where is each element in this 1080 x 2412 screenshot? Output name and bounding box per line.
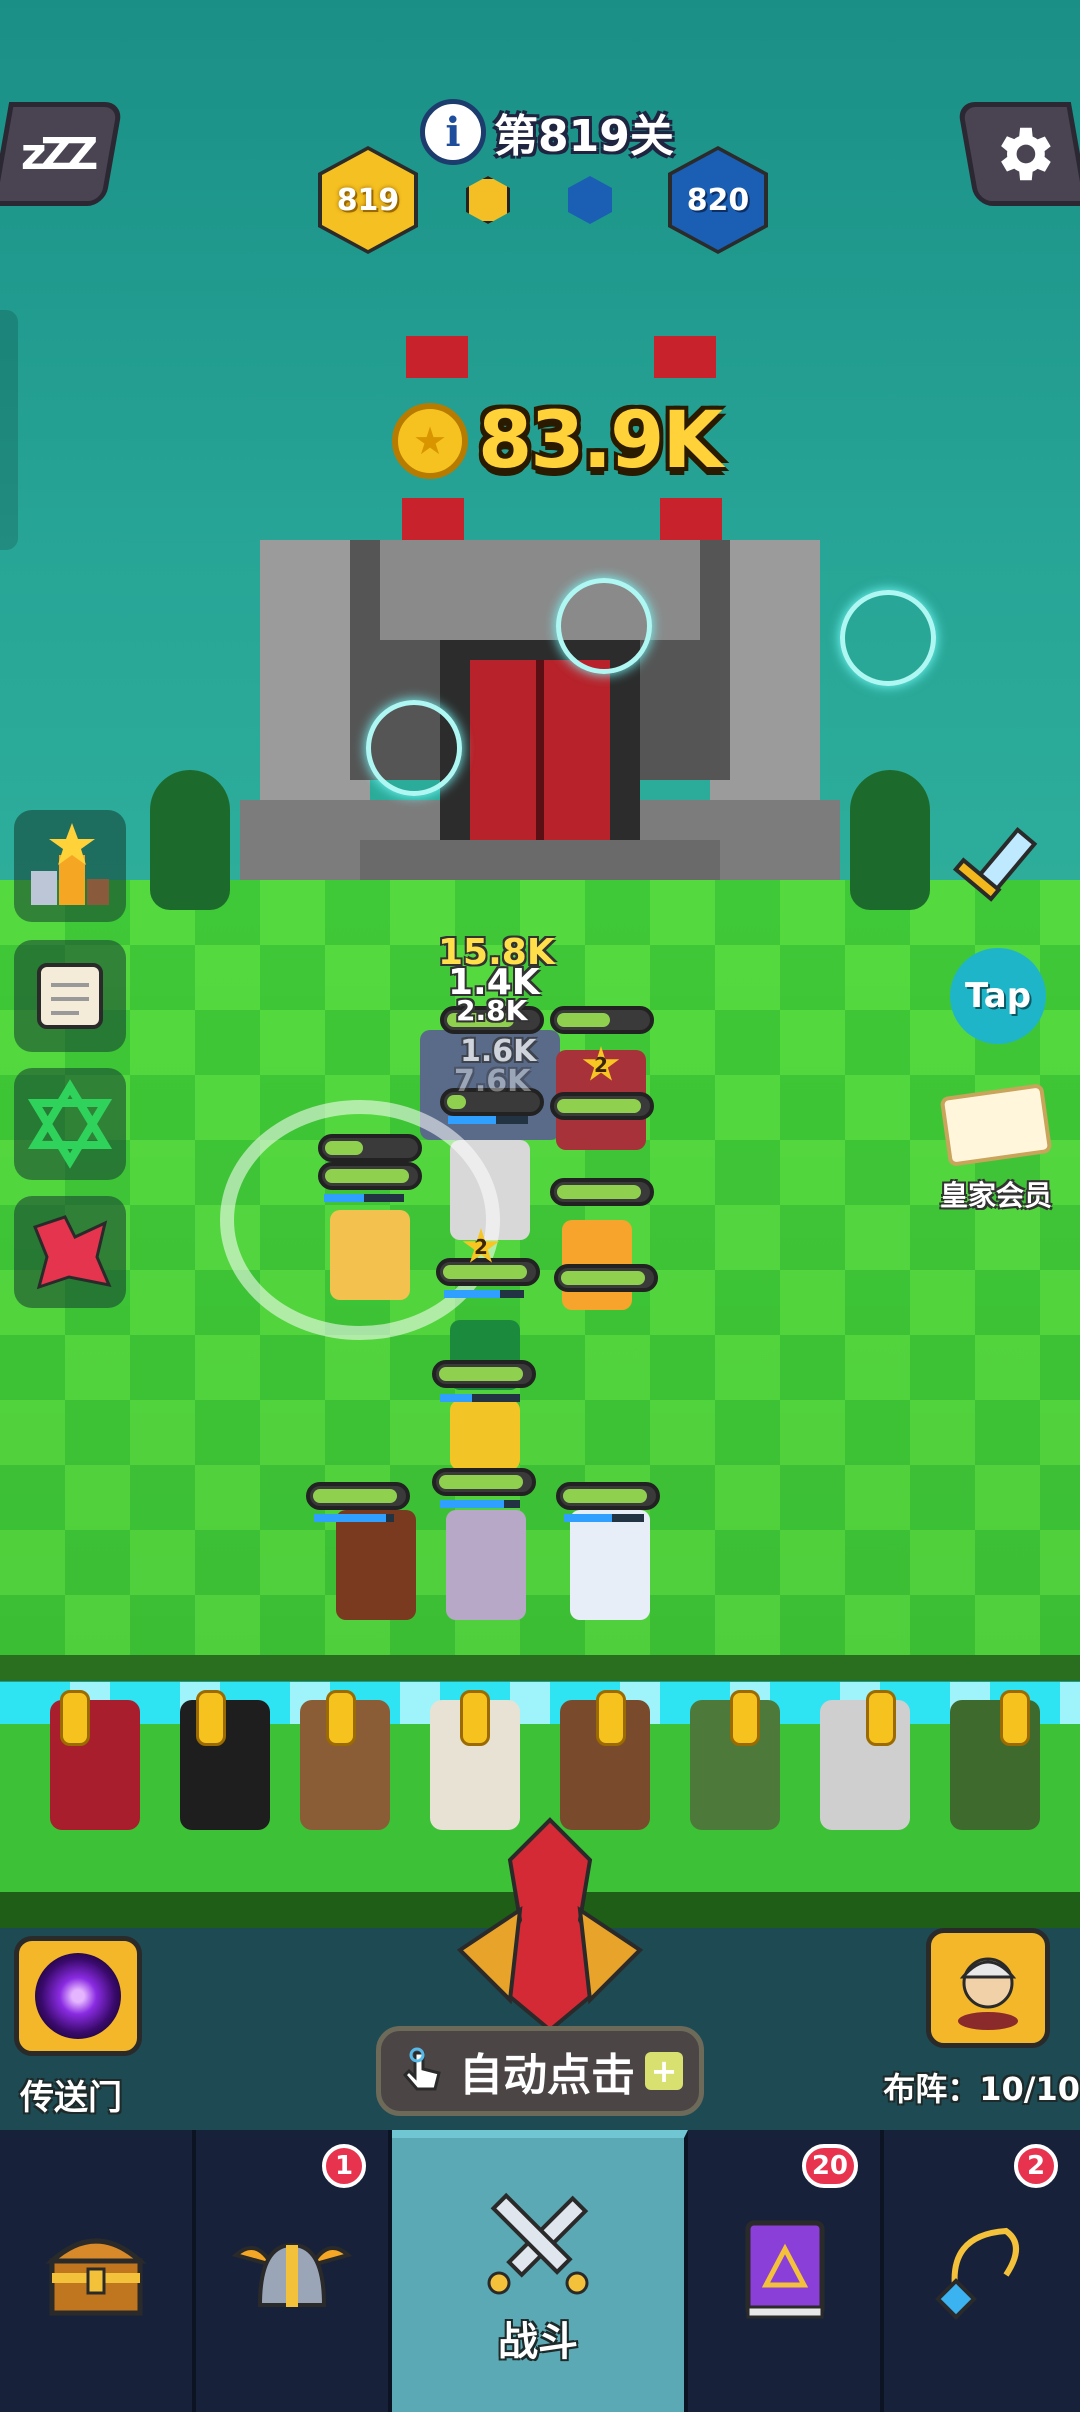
hero-unit bbox=[336, 1510, 416, 1620]
formation-label-text: 布阵： bbox=[883, 2070, 980, 2108]
royal-membership-label: 皇家会员 bbox=[939, 1179, 1052, 1212]
nav-item-treasure[interactable] bbox=[0, 2130, 196, 2412]
scroll-icon bbox=[37, 963, 103, 1029]
quest-scroll-button[interactable] bbox=[14, 940, 126, 1052]
gold-coin-icon: ★ bbox=[392, 403, 468, 479]
hp-bar bbox=[318, 1162, 422, 1190]
hexagram-button[interactable] bbox=[14, 1068, 126, 1180]
hp-bar bbox=[432, 1468, 536, 1496]
nav-item-artifact[interactable]: 2 bbox=[884, 2130, 1080, 2412]
battlefield-edge bbox=[0, 1655, 1080, 1681]
nav-item-battle[interactable]: 战斗 bbox=[392, 2130, 688, 2412]
gold-coin-icon bbox=[596, 1690, 626, 1746]
sword-quest-button[interactable] bbox=[940, 820, 1050, 920]
gold-counter: ★ 83.9K bbox=[392, 396, 723, 486]
red-burst-icon bbox=[33, 1215, 112, 1290]
settings-button[interactable] bbox=[956, 102, 1080, 206]
royal-card-icon bbox=[939, 1083, 1053, 1167]
formation-button[interactable] bbox=[926, 1928, 1050, 2048]
hp-bar bbox=[306, 1482, 410, 1510]
mana-bar bbox=[440, 1394, 520, 1402]
amulet-icon bbox=[935, 2227, 1019, 2320]
gear-icon bbox=[1001, 127, 1051, 181]
level-indicator: i 第819关 bbox=[420, 96, 674, 168]
mana-bar bbox=[444, 1290, 524, 1298]
target-ring bbox=[840, 590, 936, 686]
gold-coin-icon bbox=[60, 1690, 90, 1746]
hp-bar bbox=[550, 1178, 654, 1206]
notification-badge: 20 bbox=[801, 2144, 858, 2188]
royal-membership-button[interactable]: 皇家会员 bbox=[928, 1083, 1064, 1214]
mana-bar bbox=[440, 1500, 520, 1508]
hp-bar bbox=[436, 1258, 540, 1286]
hp-bar bbox=[432, 1360, 536, 1388]
damage-number: 2.8K bbox=[456, 994, 528, 1027]
target-ring bbox=[366, 700, 462, 796]
hp-bar bbox=[550, 1006, 654, 1034]
target-ring bbox=[556, 578, 652, 674]
nav-item-spellbook[interactable]: 20 bbox=[688, 2130, 884, 2412]
winged-helmet-icon bbox=[232, 2242, 352, 2307]
hero-unit bbox=[570, 1510, 650, 1620]
nav-item-heroes[interactable]: 1 bbox=[196, 2130, 392, 2412]
gold-coin-icon bbox=[866, 1690, 896, 1746]
formation-count: 10/10 bbox=[979, 2070, 1080, 2108]
gold-coin-icon bbox=[1000, 1690, 1030, 1746]
nav-label-battle: 战斗 bbox=[498, 2319, 578, 2365]
tree bbox=[150, 770, 230, 910]
battlefield-grid[interactable] bbox=[0, 880, 1080, 1670]
crossed-swords-icon bbox=[487, 2192, 589, 2295]
portal-button[interactable] bbox=[14, 1936, 142, 2056]
bench-hero[interactable] bbox=[820, 1700, 910, 1830]
notification-badge: 1 bbox=[322, 2144, 366, 2188]
portal-label: 传送门 bbox=[20, 2078, 122, 2118]
hero-unit bbox=[450, 1400, 520, 1470]
info-icon[interactable]: i bbox=[420, 99, 486, 165]
mana-bar bbox=[324, 1194, 404, 1202]
hp-bar bbox=[318, 1134, 422, 1162]
gold-coin-icon bbox=[460, 1690, 490, 1746]
tap-button[interactable]: Tap bbox=[950, 948, 1046, 1044]
notification-badge: 2 bbox=[1014, 2144, 1058, 2188]
info-symbol: i bbox=[445, 108, 461, 156]
river-strip bbox=[0, 1682, 1080, 1724]
damage-number: 7.6K bbox=[454, 1064, 531, 1099]
mana-bar bbox=[314, 1514, 394, 1522]
castle-flag bbox=[406, 336, 468, 378]
pointer-hand-icon bbox=[402, 2047, 441, 2091]
castle-flag bbox=[660, 498, 722, 540]
dragon-hero[interactable] bbox=[440, 1800, 660, 2040]
sleep-icon: zZZ bbox=[21, 128, 93, 180]
side-drawer-tab[interactable] bbox=[0, 310, 18, 550]
mana-bar bbox=[448, 1116, 528, 1124]
auto-click-button[interactable]: 自动点击 + bbox=[376, 2026, 704, 2116]
hp-bar bbox=[550, 1092, 654, 1120]
trophy-star-icon bbox=[31, 823, 109, 905]
hp-bar bbox=[556, 1482, 660, 1510]
boost-button[interactable] bbox=[14, 1196, 126, 1308]
viking-hero-icon bbox=[958, 1957, 1018, 2030]
mana-bar bbox=[564, 1514, 644, 1522]
castle-flag bbox=[402, 498, 464, 540]
spellbook-icon bbox=[745, 2220, 825, 2319]
sword-icon bbox=[952, 827, 1038, 902]
gold-coin-icon bbox=[326, 1690, 356, 1746]
gold-coin-icon bbox=[730, 1690, 760, 1746]
auto-click-label: 自动点击 bbox=[459, 2050, 635, 2101]
portal-icon bbox=[35, 1953, 121, 2039]
castle-flag bbox=[654, 336, 716, 378]
treasure-chest-icon bbox=[45, 2238, 147, 2316]
tree bbox=[850, 770, 930, 910]
level-title: 第819关 bbox=[494, 111, 674, 162]
ranking-button[interactable] bbox=[14, 810, 126, 922]
hp-bar bbox=[554, 1264, 658, 1292]
gold-coin-icon bbox=[196, 1690, 226, 1746]
gold-amount: 83.9K bbox=[478, 396, 723, 486]
sleep-button[interactable]: zZZ bbox=[0, 102, 124, 206]
formation-label: 布阵：10/10 bbox=[883, 2064, 1080, 2110]
hexagram-icon bbox=[27, 1079, 113, 1169]
bottom-nav: 1 战斗 20 2 bbox=[0, 2130, 1080, 2412]
plus-icon: + bbox=[645, 2052, 683, 2090]
hero-unit bbox=[446, 1510, 526, 1620]
